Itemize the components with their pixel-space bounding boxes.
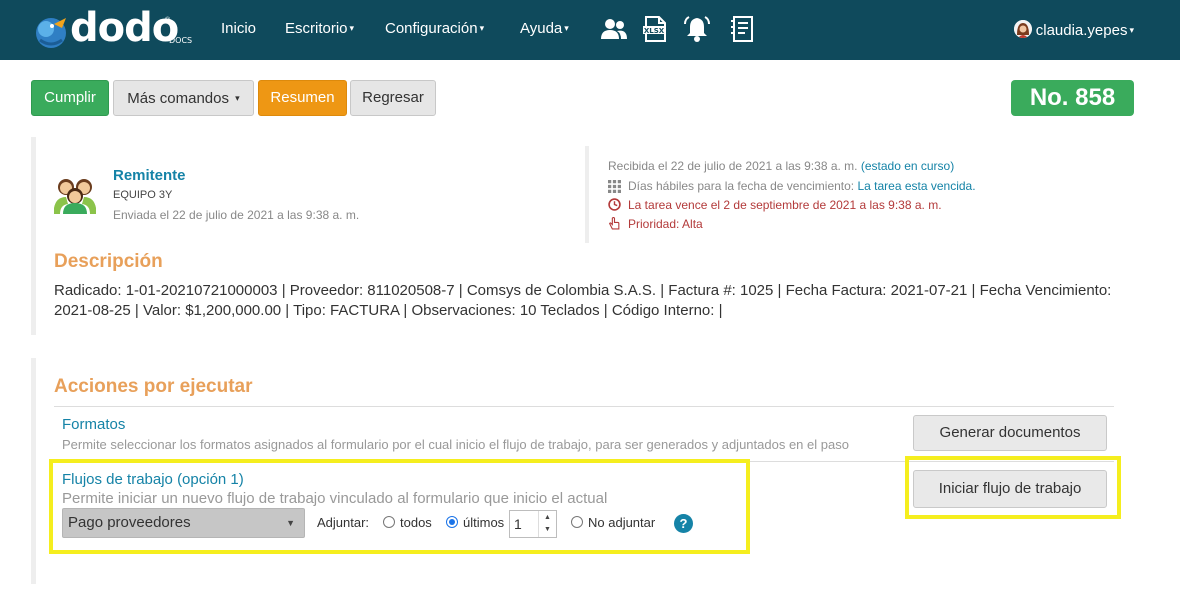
avatar (1013, 20, 1032, 38)
sender-title: Remitente (113, 167, 186, 184)
received-info: Recibida el 22 de julio de 2021 a las 9:… (608, 159, 954, 173)
resumen-button[interactable]: Resumen (258, 80, 347, 116)
actions-left-border (31, 358, 36, 584)
ticket-number-badge: No. 858 (1011, 80, 1134, 116)
nav-inicio[interactable]: Inicio (221, 20, 256, 37)
user-menu[interactable]: claudia.yepes ▾ (1013, 20, 1134, 39)
description-line-2: 2021-08-25 | Valor: $1,200,000.00 | Tipo… (54, 301, 723, 319)
due-info: La tarea vence el 2 de septiembre de 202… (628, 198, 942, 212)
flujo-select[interactable]: Pago proveedores ▼ (62, 508, 305, 538)
clock-icon (608, 198, 621, 211)
actions-title: Acciones por ejecutar (54, 376, 253, 397)
stepper-arrows-icon[interactable]: ▲ ▼ (538, 511, 556, 537)
hand-pointer-icon (609, 217, 620, 230)
notes-icon[interactable] (729, 15, 757, 43)
chevron-down-icon: ▾ (1129, 25, 1134, 35)
description-line-1: Radicado: 1-01-20210721000003 | Proveedo… (54, 282, 1112, 299)
chevron-down-icon: ▾ (564, 23, 569, 33)
caret-down-icon: ▼ (286, 518, 295, 528)
radio-no-adjuntar-label: No adjuntar (588, 515, 656, 530)
generar-documentos-button[interactable]: Generar documentos (913, 415, 1107, 451)
flujo-select-value: Pago proveedores (68, 514, 191, 531)
description-title: Descripción (54, 251, 163, 272)
brand-sub: DOCS (169, 36, 193, 45)
chevron-down-icon: ▾ (479, 23, 485, 33)
help-icon[interactable]: ? (674, 514, 693, 533)
chevron-down-icon: ▾ (349, 23, 355, 33)
description-text: Radicado: 1-01-20210721000003 | Proveedo… (54, 281, 1114, 320)
mas-comandos-button[interactable]: Más comandos ▾ (113, 80, 254, 116)
radio-todos[interactable] (383, 516, 395, 528)
username: claudia.yepes (1035, 22, 1128, 39)
formatos-desc: Permite seleccionar los formatos asignad… (62, 437, 849, 452)
nav-ayuda[interactable]: Ayuda ▾ (520, 20, 569, 37)
radio-todos-label: todos (400, 515, 432, 530)
top-navbar: dodo ® DOCS Inicio Escritorio ▾ Configura… (0, 0, 1180, 60)
users-icon[interactable] (600, 15, 628, 43)
priority-info: Prioridad: Alta (628, 217, 703, 231)
received-text: Recibida el 22 de julio de 2021 a las 9:… (608, 159, 858, 173)
calendar-grid-icon (608, 180, 621, 193)
bell-icon[interactable] (683, 15, 711, 43)
chevron-down-icon: ▾ (235, 93, 240, 103)
cumplir-button[interactable]: Cumplir (31, 80, 109, 116)
ultimos-stepper[interactable]: 1 ▲ ▼ (509, 510, 557, 538)
radio-no-adjuntar[interactable] (571, 516, 583, 528)
registered-mark: ® (165, 17, 171, 24)
brand-name: dodo (70, 5, 179, 51)
status-link[interactable]: (estado en curso) (861, 159, 954, 173)
nav-escritorio-label: Escritorio (285, 20, 348, 37)
days-info: Días hábiles para la fecha de vencimient… (628, 179, 976, 193)
nav-ayuda-label: Ayuda (520, 20, 563, 37)
nav-escritorio[interactable]: Escritorio ▾ (285, 20, 354, 37)
nav-inicio-label: Inicio (221, 20, 257, 37)
mas-comandos-label: Más comandos (127, 90, 229, 107)
sender-date: Enviada el 22 de julio de 2021 a las 9:3… (113, 208, 360, 222)
dodo-logo[interactable]: dodo ® DOCS (30, 5, 200, 52)
flujos-title: Flujos de trabajo (opción 1) (62, 471, 244, 488)
user-avatar-icon (1013, 20, 1032, 38)
days-value: La tarea esta vencida. (857, 179, 976, 193)
panel-left-border (31, 137, 36, 335)
flujos-desc: Permite iniciar un nuevo flujo de trabaj… (62, 490, 608, 507)
actions-divider (54, 406, 1114, 407)
iniciar-flujo-button[interactable]: Iniciar flujo de trabajo (913, 470, 1107, 508)
days-label: Días hábiles para la fecha de vencimient… (628, 179, 855, 193)
nav-configuracion-label: Configuración (385, 20, 478, 37)
group-avatar-icon (54, 179, 96, 214)
nav-configuracion[interactable]: Configuración ▾ (385, 20, 484, 37)
svg-text:XLSX: XLSX (644, 27, 665, 35)
xlsx-file-icon[interactable]: XLSX (641, 15, 669, 43)
ultimos-value: 1 (514, 516, 522, 532)
sender-team: EQUIPO 3Y (113, 189, 173, 201)
bird-logo-icon (36, 18, 66, 48)
vertical-divider (585, 146, 589, 243)
radio-ultimos[interactable] (446, 516, 458, 528)
adjuntar-label: Adjuntar: (317, 515, 370, 530)
regresar-button[interactable]: Regresar (350, 80, 436, 116)
radio-ultimos-label: últimos (463, 515, 505, 530)
formatos-title: Formatos (62, 416, 126, 433)
